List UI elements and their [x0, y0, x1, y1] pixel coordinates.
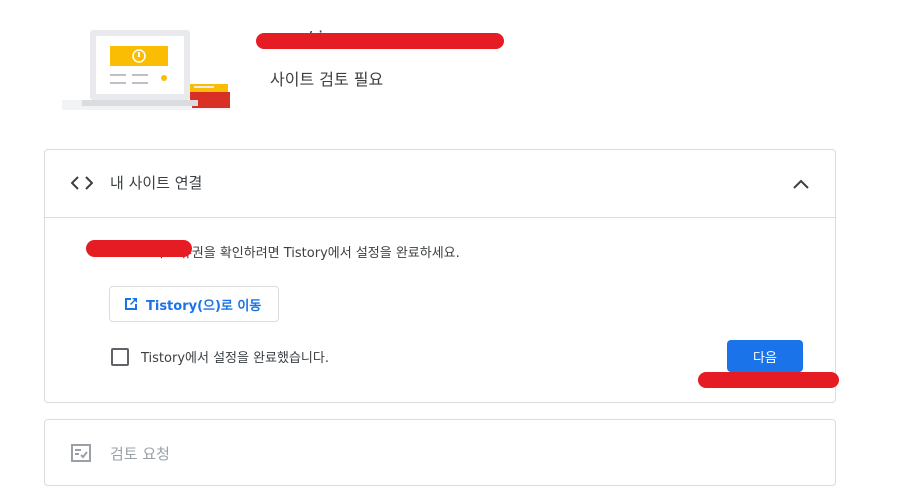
setup-complete-label[interactable]: Tistory에서 설정을 완료했습니다.	[141, 347, 329, 366]
chevron-up-icon	[793, 179, 809, 189]
site-illustration	[62, 28, 230, 110]
go-to-tistory-button[interactable]: Tistory(으)로 이동	[109, 286, 279, 322]
redaction-mark	[698, 372, 839, 388]
connect-card-title: 내 사이트 연결	[110, 174, 203, 192]
review-request-card[interactable]: 검토 요청	[44, 419, 836, 486]
site-status: 사이트 검토 필요	[270, 70, 384, 89]
review-request-title: 검토 요청	[110, 445, 170, 463]
setup-complete-checkbox[interactable]	[111, 347, 129, 366]
go-to-tistory-label: Tistory(으)로 이동	[146, 298, 262, 314]
review-list-icon	[71, 444, 91, 462]
code-icon	[71, 176, 93, 190]
redaction-mark	[256, 33, 504, 49]
redaction-mark	[86, 240, 192, 257]
website-illustration-icon	[62, 30, 230, 110]
collapse-button[interactable]	[787, 170, 815, 198]
connect-card-header[interactable]: 내 사이트 연결	[45, 150, 835, 218]
open-in-new-icon	[125, 298, 137, 310]
confirm-row: Tistory에서 설정을 완료했습니다.	[111, 347, 329, 366]
next-button[interactable]: 다음	[727, 340, 803, 372]
